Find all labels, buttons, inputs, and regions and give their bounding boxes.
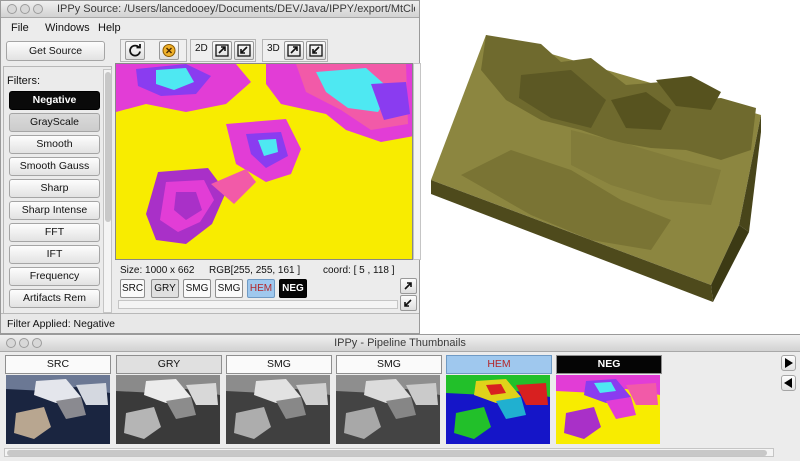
negative-volcano-image [116, 64, 412, 259]
label-2d: 2D [195, 43, 208, 54]
filter-button-fft[interactable]: FFT [9, 223, 100, 242]
filters-scroll-thumb[interactable] [105, 72, 111, 222]
source-window-titlebar[interactable]: IPPy Source: /Users/lancedooey/Documents… [1, 1, 419, 18]
thumbnail-label-gry[interactable]: GRY [116, 355, 222, 374]
thumbnail-gry[interactable] [116, 375, 220, 444]
pipeline-export-up-icon[interactable] [400, 278, 417, 294]
filters-panel: Filters: Negative GrayScale Smooth Smooth G… [3, 66, 112, 315]
terrain-3d-render [431, 35, 761, 302]
thumbnail-smg-1[interactable] [226, 375, 330, 444]
filter-button-ift[interactable]: IFT [9, 245, 100, 264]
pipeline-chip-gry[interactable]: GRY [151, 279, 179, 298]
thumbnails-window-title: IPPy - Pipeline Thumbnails [334, 337, 466, 349]
export-arrow-up-icon[interactable] [212, 41, 232, 60]
zoom-window-button[interactable] [33, 4, 43, 14]
thumbnail-label-hem[interactable]: HEM [446, 355, 552, 374]
thumbnail-label-smg-2[interactable]: SMG [336, 355, 442, 374]
image-size-text: Size: 1000 x 662 [120, 265, 195, 276]
pipeline-chip-src[interactable]: SRC [120, 279, 145, 298]
stop-icon[interactable] [159, 41, 179, 60]
thumbnail-label-src[interactable]: SRC [5, 355, 111, 374]
pixel-coord-text: coord: [ 5 , 118 ] [323, 265, 395, 276]
thumbnail-label-neg[interactable]: NEG [556, 355, 662, 374]
toolbar-3d: 3D [262, 39, 328, 62]
source-window: IPPy Source: /Users/lancedooey/Documents… [0, 0, 421, 334]
window-title: IPPy Source: /Users/lancedooey/Documents… [57, 3, 415, 15]
pipeline-export-down-icon[interactable] [400, 295, 417, 311]
get-source-button[interactable]: Get Source [6, 41, 105, 61]
pipeline-chip-hem[interactable]: HEM [247, 279, 275, 298]
filter-button-sharp-intense[interactable]: Sharp Intense [9, 201, 100, 220]
thumbnail-neg[interactable] [556, 375, 660, 444]
filter-button-smooth-gauss[interactable]: Smooth Gauss [9, 157, 100, 176]
filter-button-negative[interactable]: Negative [9, 91, 100, 110]
status-bar: Filter Applied: Negative [1, 313, 419, 333]
status-text: Filter Applied: Negative [7, 318, 115, 330]
menu-windows[interactable]: Windows [45, 22, 90, 34]
thumbnails-horizontal-scrollbar[interactable] [4, 448, 774, 457]
pixel-rgb-text: RGB[255, 255, 161 ] [209, 265, 301, 276]
negative-image-view[interactable] [115, 63, 413, 260]
thumbnails-scroll-thumb[interactable] [7, 450, 767, 456]
refresh-icon[interactable] [125, 41, 145, 60]
export-arrow-down-icon[interactable] [234, 41, 254, 60]
playback-toolbar [120, 39, 187, 62]
terrain-3d-view[interactable] [421, 0, 800, 334]
toolbar-2d: 2D [190, 39, 256, 62]
scroll-left-arrow-icon[interactable] [781, 375, 796, 391]
menu-file[interactable]: File [11, 22, 29, 34]
pipeline-chip-smg-2[interactable]: SMG [215, 279, 243, 298]
export-3d-arrow-down-icon[interactable] [306, 41, 326, 60]
thumbnail-label-smg-1[interactable]: SMG [226, 355, 332, 374]
filter-button-grayscale[interactable]: GrayScale [9, 113, 100, 132]
thumbnails-titlebar[interactable]: IPPy - Pipeline Thumbnails [0, 335, 800, 352]
filter-button-smooth[interactable]: Smooth [9, 135, 100, 154]
filter-button-frequency[interactable]: Frequency [9, 267, 100, 286]
filters-label: Filters: [7, 75, 40, 87]
pipeline-chip-smg-1[interactable]: SMG [183, 279, 211, 298]
close-window-button[interactable] [7, 4, 17, 14]
thumbnail-smg-2[interactable] [336, 375, 440, 444]
pipeline-thumbnails-window: IPPy - Pipeline Thumbnails SRC GRY SMG S… [0, 334, 800, 461]
scroll-right-arrow-icon[interactable] [781, 355, 796, 371]
label-3d: 3D [267, 43, 280, 54]
filters-scrollbar[interactable] [103, 69, 112, 313]
pipeline-horizontal-scrollbar[interactable] [118, 300, 398, 309]
filter-button-sharp[interactable]: Sharp [9, 179, 100, 198]
pipeline-chip-neg[interactable]: NEG [279, 279, 307, 298]
menu-help[interactable]: Help [98, 22, 121, 34]
filter-button-artifacts-rem[interactable]: Artifacts Rem [9, 289, 100, 308]
image-vertical-scrollbar[interactable] [413, 63, 421, 260]
export-3d-arrow-up-icon[interactable] [284, 41, 304, 60]
thumbnail-hem[interactable] [446, 375, 550, 444]
menu-bar: File Windows Help [1, 19, 419, 38]
thumbnail-src[interactable] [6, 375, 110, 444]
minimize-window-button[interactable] [20, 4, 30, 14]
